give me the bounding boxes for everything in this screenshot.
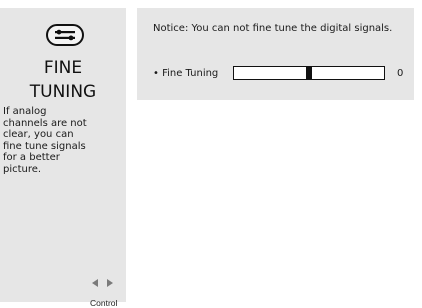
sidebar: FINE TUNING If analog channels are not c…	[0, 8, 126, 308]
settings-panel: Notice: You can not fine tune the digita…	[137, 8, 414, 100]
wrench-settings-icon	[46, 24, 84, 46]
fine-tuning-label: • Fine Tuning	[153, 68, 219, 79]
page-title-line2: TUNING	[29, 82, 97, 102]
fine-tuning-value: 0	[397, 68, 404, 79]
slider-thumb[interactable]	[306, 66, 312, 80]
fine-tuning-slider[interactable]	[233, 66, 385, 80]
fine-tuning-row[interactable]: • Fine Tuning 0	[153, 66, 408, 82]
help-description: If analog channels are not clear, you ca…	[3, 106, 87, 175]
notice-text: Notice: You can not fine tune the digita…	[153, 23, 393, 34]
control-label: Control	[90, 298, 118, 308]
arrow-left-icon[interactable]	[92, 279, 98, 287]
page-title-line1: FINE	[43, 58, 83, 78]
nav-arrows	[92, 278, 122, 288]
arrow-right-icon[interactable]	[107, 279, 113, 287]
